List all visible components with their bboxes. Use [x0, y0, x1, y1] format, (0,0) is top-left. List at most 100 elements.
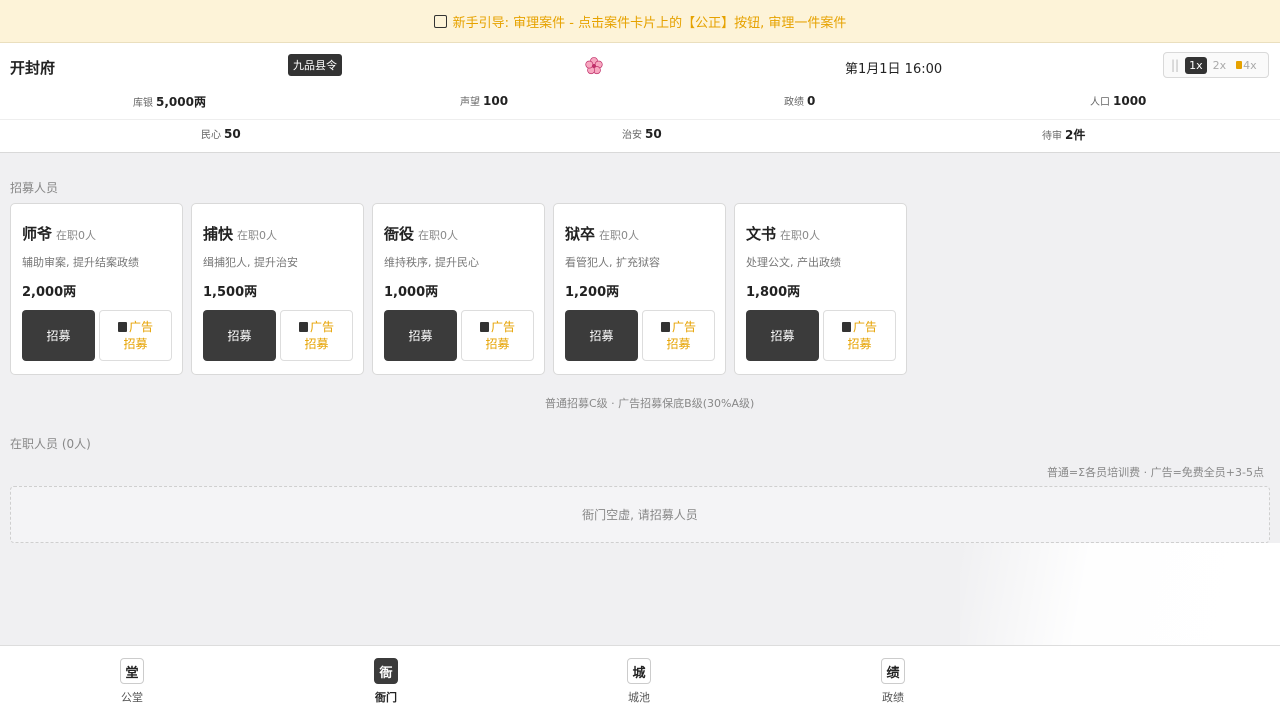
ad-label-line2: 招募 — [123, 336, 148, 351]
stat-label: 人口 — [1090, 97, 1110, 108]
card-title: 师爷 在职0人 — [22, 223, 96, 244]
nav-item-court[interactable]: 堂 公堂 — [102, 658, 162, 705]
nav-label: 政绩 — [882, 691, 904, 704]
stat-value: 50 — [645, 127, 662, 141]
game-date: 第1月1日 16:00 — [845, 62, 943, 77]
speed-4x-label: 4x — [1243, 58, 1257, 72]
recruit-button[interactable]: 招募 — [203, 310, 276, 361]
tv-icon — [298, 321, 308, 332]
ad-recruit-button[interactable]: 广告 招募 — [99, 310, 172, 361]
recruit-note: 普通招募C级 · 广告招募保底B级(30%A级) — [545, 397, 755, 410]
speed-1x-button[interactable]: 1x — [1185, 56, 1207, 74]
card-price: 1,800两 — [746, 285, 801, 300]
guide-banner[interactable]: 新手引导: 审理案件 - 点击案件卡片上的【公正】按钮, 审理一件案件 — [0, 0, 1280, 43]
ad-label-line1: 广告 — [298, 319, 334, 336]
recruit-button[interactable]: 招募 — [384, 310, 457, 361]
nav-item-city[interactable]: 城 城池 — [609, 658, 669, 705]
tv-icon — [117, 321, 127, 332]
staff-section-title: 在职人员 (0人) — [10, 437, 91, 451]
stat-value: 50 — [224, 127, 241, 141]
recruit-card-advisor: 师爷 在职0人 辅助审案, 提升结案政绩 2,000两 招募 广告 招募 — [10, 203, 183, 375]
pause-button[interactable]: || — [1167, 58, 1183, 72]
court-icon: 堂 — [120, 658, 144, 684]
stat-reputation: 声望 100 — [460, 93, 508, 108]
card-count: 在职0人 — [418, 229, 459, 242]
merit-icon: 绩 — [881, 658, 905, 684]
stat-label: 库银 — [133, 98, 153, 109]
yamen-icon: 衙 — [374, 658, 398, 684]
card-desc: 处理公文, 产出政绩 — [746, 256, 841, 269]
stat-label: 声望 — [460, 97, 480, 108]
nav-label: 衙门 — [375, 691, 397, 704]
speed-control: || 1x 2x 4x — [1163, 52, 1269, 78]
training-note: 普通=Σ各员培训费 · 广告=免费全员+3-5点 — [1046, 466, 1264, 479]
header: 开封府 九品县令 第1月1日 16:00 || 1x 2x 4x 库银 5,000… — [0, 43, 1280, 153]
card-count: 在职0人 — [780, 229, 821, 242]
card-name: 捕快 — [203, 225, 234, 243]
ad-line1-text: 广告 — [852, 319, 877, 334]
ad-label-line2: 招募 — [666, 336, 691, 351]
speed-4x-button[interactable]: 4x — [1232, 57, 1261, 74]
stat-label: 民心 — [201, 130, 221, 141]
ad-recruit-button[interactable]: 广告 招募 — [461, 310, 534, 361]
ad-line1-text: 广告 — [671, 319, 696, 334]
stat-pending-cases: 待审 2件 — [1042, 126, 1085, 143]
recruit-section-title: 招募人员 — [10, 181, 59, 195]
card-title: 狱卒 在职0人 — [565, 223, 639, 244]
recruit-button[interactable]: 招募 — [22, 310, 95, 361]
stat-value: 0 — [807, 94, 816, 108]
stat-treasury: 库银 5,000两 — [133, 93, 206, 110]
stat-label: 待审 — [1042, 131, 1062, 142]
card-price: 1,000两 — [384, 285, 439, 300]
rank-badge: 九品县令 — [288, 54, 342, 76]
nav-item-yamen[interactable]: 衙 衙门 — [356, 658, 416, 705]
card-title: 文书 在职0人 — [746, 223, 820, 244]
nav-item-merit[interactable]: 绩 政绩 — [863, 658, 923, 705]
stat-value: 1000 — [1113, 94, 1147, 108]
card-desc: 缉捕犯人, 提升治安 — [203, 256, 298, 269]
ad-label-line2: 招募 — [485, 336, 510, 351]
card-desc: 看管犯人, 扩充狱容 — [565, 256, 660, 269]
card-name: 文书 — [746, 225, 777, 243]
ad-label-line1: 广告 — [841, 319, 877, 336]
tv-icon — [479, 321, 489, 332]
stat-label: 政绩 — [784, 97, 804, 108]
checkbox-icon — [433, 14, 447, 28]
ad-label-line2: 招募 — [304, 336, 329, 351]
ad-recruit-button[interactable]: 广告 招募 — [280, 310, 353, 361]
stat-security: 治安 50 — [622, 126, 662, 141]
recruit-button[interactable]: 招募 — [565, 310, 638, 361]
ad-label-line2: 招募 — [847, 336, 872, 351]
recruit-card-jailer: 狱卒 在职0人 看管犯人, 扩充狱容 1,200两 招募 广告 招募 — [553, 203, 726, 375]
stat-value: 2件 — [1065, 128, 1086, 142]
ad-recruit-button[interactable]: 广告 招募 — [642, 310, 715, 361]
bottom-nav: 堂 公堂 衙 衙门 城 城池 绩 政绩 — [0, 645, 1280, 720]
card-price: 1,200两 — [565, 285, 620, 300]
card-name: 狱卒 — [565, 225, 596, 243]
speed-2x-button[interactable]: 2x — [1209, 57, 1231, 74]
ad-line1-text: 广告 — [309, 319, 334, 334]
ad-label-line1: 广告 — [117, 319, 153, 336]
card-count: 在职0人 — [237, 229, 278, 242]
card-count: 在职0人 — [56, 229, 97, 242]
stat-population: 人口 1000 — [1090, 93, 1146, 108]
recruit-button[interactable]: 招募 — [746, 310, 819, 361]
stat-label: 治安 — [622, 130, 642, 141]
empty-text: 衙门空虚, 请招募人员 — [582, 508, 698, 522]
card-title: 衙役 在职0人 — [384, 223, 458, 244]
stat-merit: 政绩 0 — [784, 93, 815, 108]
card-count: 在职0人 — [599, 229, 640, 242]
guide-text: 新手引导: 审理案件 - 点击案件卡片上的【公正】按钮, 审理一件案件 — [452, 15, 847, 31]
ad-recruit-button[interactable]: 广告 招募 — [823, 310, 896, 361]
lock-icon — [1236, 60, 1243, 69]
ad-label-line1: 广告 — [660, 319, 696, 336]
ad-line1-text: 广告 — [128, 319, 153, 334]
stat-morale: 民心 50 — [201, 126, 241, 141]
stat-value: 100 — [483, 94, 509, 108]
city-name: 开封府 — [10, 59, 56, 77]
ad-line1-text: 广告 — [490, 319, 515, 334]
nav-label: 城池 — [628, 691, 650, 704]
card-desc: 辅助审案, 提升结案政绩 — [22, 256, 139, 269]
staff-empty-state: 衙门空虚, 请招募人员 — [10, 486, 1270, 543]
flower-icon[interactable] — [585, 57, 603, 75]
